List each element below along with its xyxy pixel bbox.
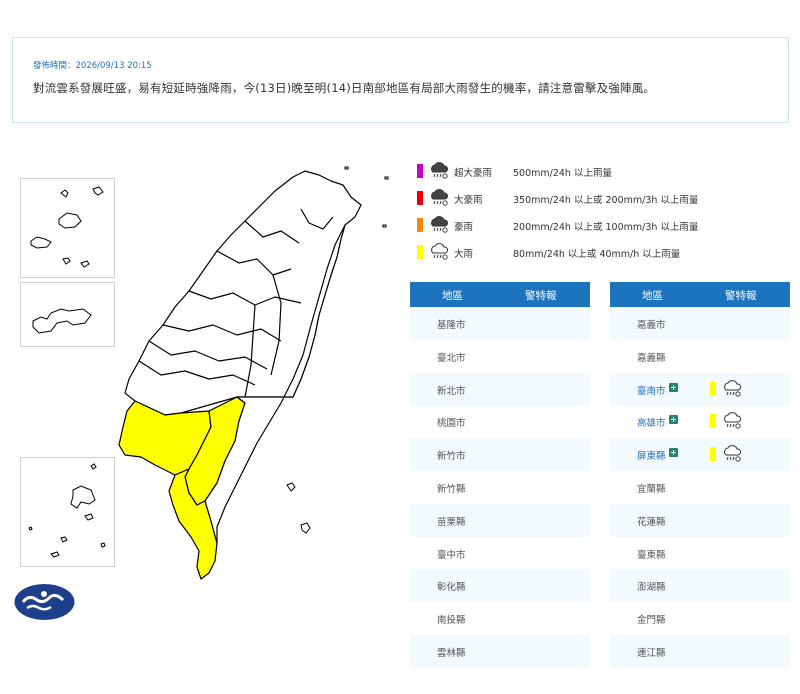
legend-range: 200mm/24h 以上或 100mm/3h 以上雨量 — [513, 222, 699, 233]
table-row[interactable]: 臺南市 + — [610, 372, 790, 406]
expand-plus-icon[interactable]: + — [669, 382, 678, 392]
table-row: 金門縣 — [610, 602, 790, 635]
city-name: 花蓮縣 — [637, 516, 666, 528]
legend-swatch — [417, 191, 423, 205]
city-name: 苗栗縣 — [437, 516, 466, 528]
table-row[interactable]: 高雄市 + — [610, 405, 790, 439]
city-name: 新竹縣 — [437, 483, 466, 495]
city-name: 桃園市 — [437, 418, 466, 430]
table-row: 基隆市 — [410, 307, 590, 340]
table-row: 彰化縣 — [410, 569, 590, 603]
heavy-rain-cloud-icon — [429, 215, 449, 235]
table-header: 地區 警特報 — [410, 282, 590, 307]
heavy-rain-warning-swatch — [710, 414, 715, 429]
legend-item: 超大豪雨 500mm/24h 以上雨量 — [415, 160, 795, 187]
city-name: 新北市 — [437, 385, 466, 397]
legend-range: 350mm/24h 以上或 200mm/3h 以上雨量 — [513, 195, 699, 206]
legend: 超大豪雨 500mm/24h 以上雨量大豪雨 350mm/24h 以上或 200mm… — [415, 160, 795, 268]
inset-penghu[interactable] — [20, 457, 115, 567]
city-name: 南投縣 — [437, 615, 466, 627]
city-name[interactable]: 屏東縣 — [637, 448, 666, 462]
city-name: 連江縣 — [637, 647, 666, 659]
table-row[interactable]: 屏東縣 + — [610, 438, 790, 471]
table-row: 嘉義縣 — [610, 339, 790, 373]
rain-cloud-icon — [722, 379, 742, 399]
table-row: 新竹市 — [410, 438, 590, 471]
city-name: 金門縣 — [637, 615, 666, 627]
rain-cloud-icon — [722, 411, 742, 431]
city-name: 嘉義縣 — [637, 352, 666, 364]
legend-item: 豪雨 200mm/24h 以上或 100mm/3h 以上雨量 — [415, 214, 795, 241]
table-row: 花蓮縣 — [610, 503, 790, 537]
expand-plus-icon[interactable]: + — [669, 415, 678, 425]
table-row: 澎湖縣 — [610, 569, 790, 603]
table-row: 臺中市 — [410, 536, 590, 570]
heavy-rain-cloud-icon — [429, 161, 449, 181]
cwa-logo — [13, 582, 76, 622]
city-name: 嘉義市 — [637, 320, 666, 331]
legend-item: 大豪雨 350mm/24h 以上或 200mm/3h 以上雨量 — [415, 187, 795, 214]
right-warning-table: 地區 警特報 嘉義市 嘉義縣 臺南市 + 高雄市 + 屏東縣 + 宜蘭縣 花蓮縣 臺東縣 澎湖縣 金門縣… — [610, 282, 790, 668]
city-name: 基隆市 — [437, 320, 466, 331]
header-warning: 警特報 — [725, 290, 757, 302]
legend-range: 80mm/24h 以上或 40mm/h 以上雨量 — [513, 249, 681, 260]
heavy-rain-cloud-icon — [429, 188, 449, 208]
legend-item: 大雨 80mm/24h 以上或 40mm/h 以上雨量 — [415, 241, 795, 268]
table-row: 嘉義市 — [610, 307, 790, 340]
legend-swatch — [417, 218, 423, 232]
legend-swatch — [417, 164, 423, 178]
header-area: 地區 — [642, 290, 663, 302]
heavy-rain-warning-swatch — [710, 381, 715, 396]
table-header: 地區 警特報 — [610, 282, 790, 307]
city-name: 臺東縣 — [637, 549, 666, 561]
legend-name: 豪雨 — [454, 222, 474, 233]
table-row: 桃園市 — [410, 405, 590, 439]
legend-range: 500mm/24h 以上雨量 — [513, 168, 612, 179]
table-row: 臺北市 — [410, 339, 590, 373]
city-name: 臺北市 — [437, 352, 466, 364]
table-row: 南投縣 — [410, 602, 590, 635]
table-row: 新竹縣 — [410, 470, 590, 504]
header-warning: 警特報 — [525, 290, 557, 302]
taiwan-island — [118, 166, 389, 580]
rain-cloud-icon — [722, 444, 742, 464]
notice-box: 發佈時間：2026/09/13 20:15 對流雲系發展旺盛，易有短延時強降雨，… — [12, 37, 789, 123]
table-row: 雲林縣 — [410, 634, 590, 668]
table-row: 宜蘭縣 — [610, 470, 790, 504]
city-name[interactable]: 臺南市 — [637, 383, 666, 397]
issue-time: 發佈時間：2026/09/13 20:15 — [33, 61, 152, 71]
city-name: 雲林縣 — [437, 647, 466, 659]
heavy-rain-warning-swatch — [710, 447, 715, 462]
table-row: 連江縣 — [610, 634, 790, 668]
table-row: 新北市 — [410, 372, 590, 406]
city-name: 澎湖縣 — [637, 582, 666, 594]
city-name: 宜蘭縣 — [637, 483, 666, 495]
left-warning-table: 地區 警特報 基隆市臺北市新北市桃園市新竹市新竹縣苗栗縣臺中市彰化縣南投縣雲林縣 — [410, 282, 590, 668]
city-name: 臺中市 — [437, 549, 466, 561]
table-row: 臺東縣 — [610, 536, 790, 570]
header-area: 地區 — [442, 290, 463, 302]
table-row: 苗栗縣 — [410, 503, 590, 537]
city-name[interactable]: 高雄市 — [637, 415, 666, 429]
inset-matsu[interactable] — [20, 178, 115, 278]
legend-name: 超大豪雨 — [454, 168, 493, 179]
legend-name: 大雨 — [454, 249, 474, 260]
inset-kinmen[interactable] — [20, 282, 115, 347]
legend-swatch — [417, 245, 423, 259]
notice-message: 對流雲系發展旺盛，易有短延時強降雨，今(13日)晚至明(14)日南部地區有局部大… — [33, 81, 656, 95]
expand-plus-icon[interactable]: + — [669, 448, 678, 458]
rain-cloud-icon — [429, 242, 449, 262]
legend-name: 大豪雨 — [454, 195, 483, 206]
city-name: 彰化縣 — [437, 582, 466, 594]
city-name: 新竹市 — [437, 451, 466, 463]
